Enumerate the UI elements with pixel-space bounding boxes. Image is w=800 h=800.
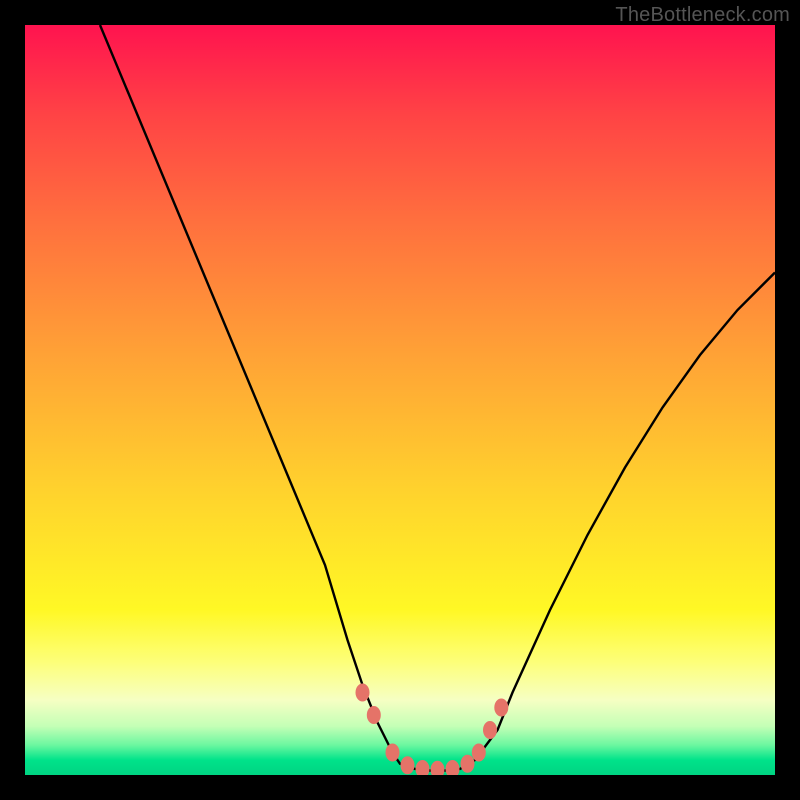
sweet-spot-dot [483,721,497,739]
sweet-spot-dot [367,706,381,724]
sweet-spot-dots [356,684,509,776]
sweet-spot-dot [446,760,460,775]
sweet-spot-dot [356,684,370,702]
curve-svg [25,25,775,775]
watermark-text: TheBottleneck.com [615,4,790,27]
sweet-spot-dot [431,761,445,775]
bottleneck-curve [100,25,775,771]
plot-area [25,25,775,775]
sweet-spot-dot [461,755,475,773]
sweet-spot-dot [401,756,415,774]
sweet-spot-dot [416,760,430,775]
chart-frame: TheBottleneck.com [0,0,800,800]
sweet-spot-dot [494,699,508,717]
sweet-spot-dot [472,744,486,762]
sweet-spot-dot [386,744,400,762]
